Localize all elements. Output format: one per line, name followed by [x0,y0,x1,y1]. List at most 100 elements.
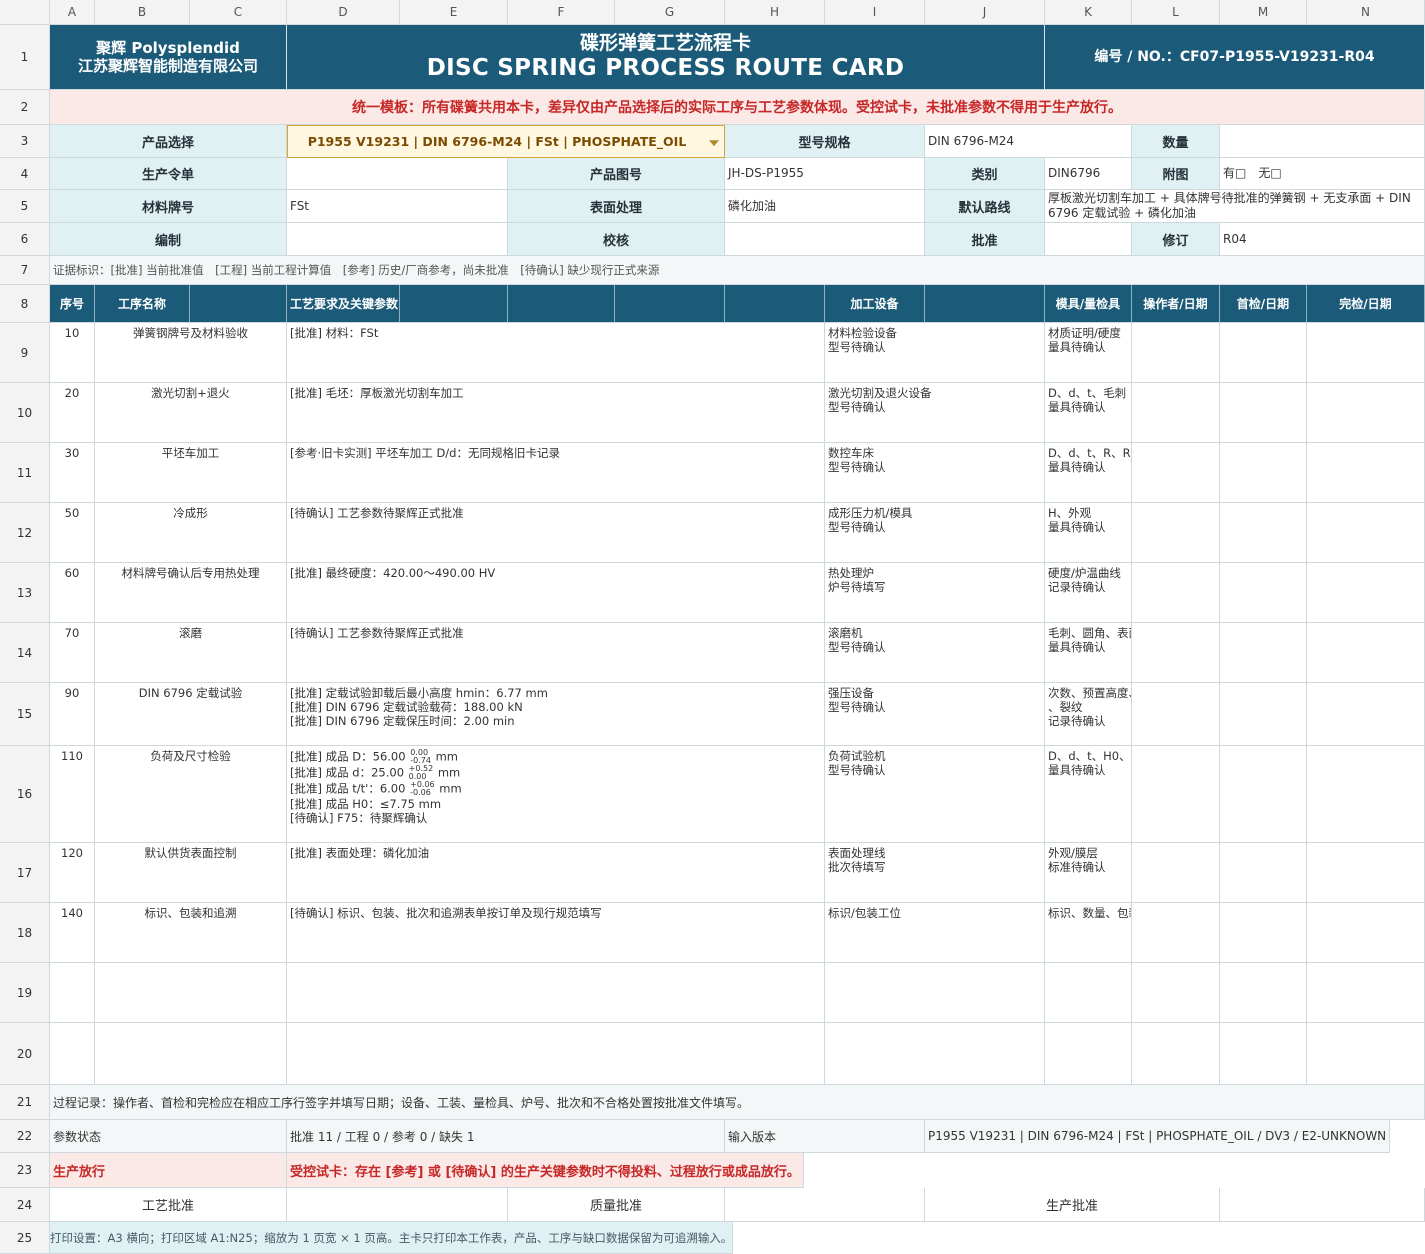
empty-operator-cell[interactable] [1132,1023,1220,1085]
row-header-14[interactable]: 14 [0,623,50,683]
quantity-cell[interactable] [1220,125,1425,158]
op-requirements-cell[interactable]: [批准] 定载试验卸载后最小高度 hmin：6.77 mm [批准] DIN 67… [287,683,825,746]
op-tooling-cell[interactable]: 毛刺、圆角、表面 量具待确认 [1045,623,1132,683]
row-header-11[interactable]: 11 [0,443,50,503]
checked-by-cell[interactable] [725,223,925,256]
op-operator-cell[interactable] [1132,503,1220,563]
op-seq-cell[interactable]: 140 [50,903,95,963]
op-operator-cell[interactable] [1132,623,1220,683]
op-requirements-cell[interactable]: [待确认] 工艺参数待聚辉正式批准 [287,503,825,563]
empty-first-check-cell[interactable] [1220,1023,1307,1085]
production-order-cell[interactable] [287,158,508,190]
op-requirements-cell[interactable]: [批准] 材料：FSt [287,323,825,383]
op-seq-cell[interactable]: 30 [50,443,95,503]
op-requirements-cell[interactable]: [待确认] 工艺参数待聚辉正式批准 [287,623,825,683]
row-header-2[interactable]: 2 [0,90,50,125]
chevron-down-icon[interactable] [709,139,719,146]
attachment-cell[interactable]: 有□ 无□ [1220,158,1425,190]
op-equipment-cell[interactable]: 热处理炉 炉号待填写 [825,563,1045,623]
row-header-4[interactable]: 4 [0,158,50,190]
op-first-check-cell[interactable] [1220,383,1307,443]
row-header-17[interactable]: 17 [0,843,50,903]
empty-first-check-cell[interactable] [1220,963,1307,1023]
op-operator-cell[interactable] [1132,563,1220,623]
op-equipment-cell[interactable]: 标识/包装工位 [825,903,1045,963]
op-requirements-cell[interactable]: [批准] 成品 D：56.00 0.00 -0.74 mm [批准] 成品 d：25… [287,746,825,843]
op-requirements-cell[interactable]: [批准] 表面处理：磷化加油 [287,843,825,903]
op-operator-cell[interactable] [1132,323,1220,383]
row-header-23[interactable]: 23 [0,1153,50,1188]
op-final-check-cell[interactable] [1307,563,1425,623]
revision-cell[interactable]: R04 [1220,223,1425,256]
op-first-check-cell[interactable] [1220,443,1307,503]
row-header-5[interactable]: 5 [0,190,50,223]
op-name-cell[interactable]: 默认供货表面控制 [95,843,287,903]
row-header-22[interactable]: 22 [0,1120,50,1153]
op-tooling-cell[interactable]: 次数、预置高度、H0、裂纹记录待确认 [1045,683,1132,746]
empty-final-check-cell[interactable] [1307,1023,1425,1085]
op-final-check-cell[interactable] [1307,683,1425,746]
op-seq-cell[interactable]: 50 [50,503,95,563]
op-name-cell[interactable]: 冷成形 [95,503,287,563]
op-equipment-cell[interactable]: 滚磨机 型号待确认 [825,623,1045,683]
op-tooling-cell[interactable]: 硬度/炉温曲线 记录待确认 [1045,563,1132,623]
empty-requirements-cell[interactable] [287,963,825,1023]
prepared-by-cell[interactable] [287,223,508,256]
empty-operator-cell[interactable] [1132,963,1220,1023]
op-name-cell[interactable]: 激光切割+退火 [95,383,287,443]
op-tooling-cell[interactable]: D、d、t、毛刺 量具待确认 [1045,383,1132,443]
op-requirements-cell[interactable]: [待确认] 标识、包装、批次和追溯表单按订单及现行规范填写 [287,903,825,963]
empty-requirements-cell[interactable] [287,1023,825,1085]
op-equipment-cell[interactable]: 数控车床 型号待确认 [825,443,1045,503]
row-header-20[interactable]: 20 [0,1023,50,1085]
row-header-1[interactable]: 1 [0,25,50,90]
column-header-i[interactable]: I [825,0,925,25]
material-cell[interactable]: FSt [287,190,508,223]
row-header-19[interactable]: 19 [0,963,50,1023]
op-seq-cell[interactable]: 110 [50,746,95,843]
column-header-k[interactable]: K [1045,0,1132,25]
empty-tooling-cell[interactable] [1045,963,1132,1023]
op-tooling-cell[interactable]: D、d、t、R、Ra 量具待确认 [1045,443,1132,503]
op-operator-cell[interactable] [1132,683,1220,746]
row-header-7[interactable]: 7 [0,256,50,285]
op-seq-cell[interactable]: 10 [50,323,95,383]
op-first-check-cell[interactable] [1220,683,1307,746]
row-header-6[interactable]: 6 [0,223,50,256]
op-name-cell[interactable]: DIN 6796 定载试验 [95,683,287,746]
row-header-3[interactable]: 3 [0,125,50,158]
process-approval-cell[interactable] [287,1188,508,1222]
column-header-a[interactable]: A [50,0,95,25]
op-first-check-cell[interactable] [1220,323,1307,383]
op-first-check-cell[interactable] [1220,623,1307,683]
column-header-n[interactable]: N [1307,0,1425,25]
empty-tooling-cell[interactable] [1045,1023,1132,1085]
row-header-21[interactable]: 21 [0,1085,50,1120]
op-seq-cell[interactable]: 120 [50,843,95,903]
drawing-no-cell[interactable]: JH-DS-P1955 [725,158,925,190]
op-equipment-cell[interactable]: 激光切割及退火设备 型号待确认 [825,383,1045,443]
op-tooling-cell[interactable]: 标识、数量、包装 [1045,903,1132,963]
op-seq-cell[interactable]: 90 [50,683,95,746]
column-header-e[interactable]: E [400,0,508,25]
row-header-12[interactable]: 12 [0,503,50,563]
column-header-m[interactable]: M [1220,0,1307,25]
default-route-cell[interactable]: 厚板激光切割车加工 + 具体牌号待批准的弹簧钢 + 无支承面 + DIN 679… [1045,190,1425,223]
quality-approval-cell[interactable] [725,1188,925,1222]
select-all-corner[interactable] [0,0,50,25]
op-seq-cell[interactable]: 20 [50,383,95,443]
op-equipment-cell[interactable]: 成形压力机/模具 型号待确认 [825,503,1045,563]
empty-equipment-cell[interactable] [825,1023,1045,1085]
op-tooling-cell[interactable]: H、外观 量具待确认 [1045,503,1132,563]
surface-treatment-cell[interactable]: 磷化加油 [725,190,925,223]
row-header-15[interactable]: 15 [0,683,50,746]
op-seq-cell[interactable]: 70 [50,623,95,683]
op-final-check-cell[interactable] [1307,746,1425,843]
row-header-13[interactable]: 13 [0,563,50,623]
approved-by-cell[interactable] [1045,223,1132,256]
category-cell[interactable]: DIN6796 [1045,158,1132,190]
op-requirements-cell[interactable]: [批准] 毛坯：厚板激光切割车加工 [287,383,825,443]
op-equipment-cell[interactable]: 材料检验设备 型号待确认 [825,323,1045,383]
op-operator-cell[interactable] [1132,746,1220,843]
empty-name-cell[interactable] [95,963,287,1023]
